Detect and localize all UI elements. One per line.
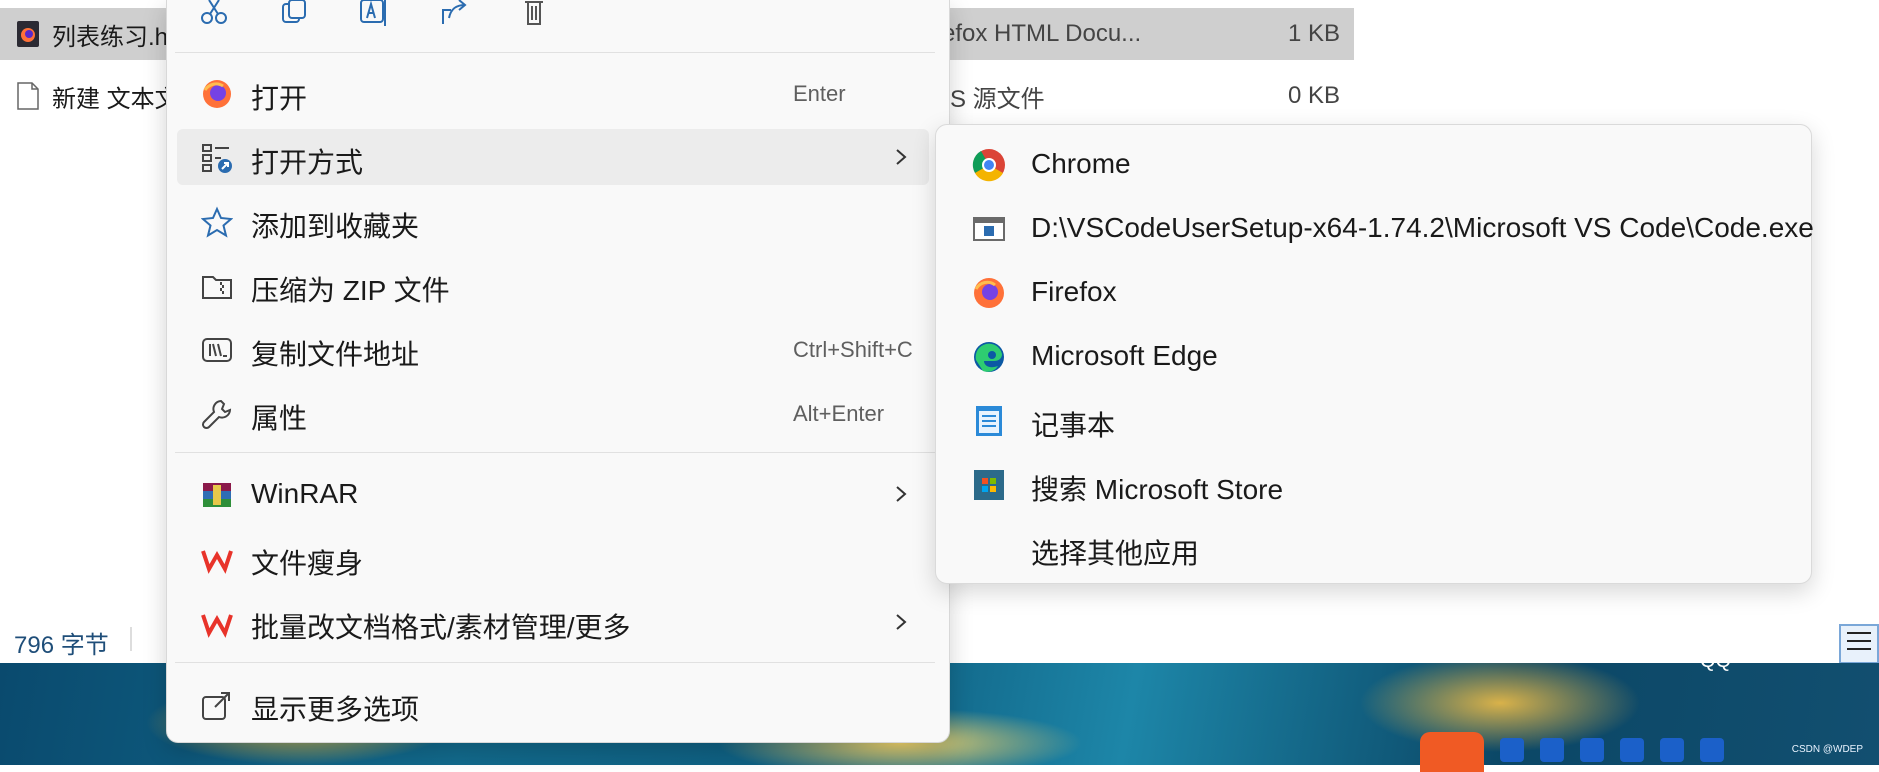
chevron-right-icon [896,614,907,630]
menu-item-label: 压缩为 ZIP 文件 [251,275,450,306]
menu-item-label: 打开 [251,83,308,114]
menu-item-label: 属性 [251,403,308,434]
file-type: refox HTML Docu... [934,20,1142,47]
tray-icon[interactable] [1620,738,1644,762]
divider [175,662,935,663]
menu-item-label: 复制文件地址 [251,339,420,370]
submenu-item-store[interactable]: 搜索 Microsoft Store [944,456,1800,512]
menu-item-open[interactable]: 打开 Enter [177,65,929,121]
exe-icon [973,217,1005,241]
menu-item-add-favorites[interactable]: 添加到收藏夹 [177,193,929,249]
edge-icon [974,342,1004,372]
menu-item-label: 添加到收藏夹 [251,211,420,242]
file-type: SS 源文件 [934,85,1045,113]
wrench-icon [201,399,232,430]
context-menu: 打开 Enter 打开方式 添加到收藏夹 压缩为 ZIP 文件 复制文件地址 C… [166,0,950,743]
copy-icon[interactable] [279,0,309,26]
submenu-item-vscode[interactable]: D:\VSCodeUserSetup-x64-1.74.2\Microsoft … [944,200,1814,256]
more-options-icon [202,692,230,720]
menu-item-winrar[interactable]: WinRAR [177,466,929,522]
winrar-icon [203,483,231,507]
rename-icon[interactable] [359,0,389,26]
zip-folder-icon [202,276,232,299]
store-icon [974,470,1004,500]
menu-item-label: 打开方式 [251,147,364,178]
submenu-item-label: 记事本 [1031,410,1116,441]
tray-icon[interactable] [1540,738,1564,762]
submenu-item-label: 选择其他应用 [1031,538,1200,569]
status-separator [130,627,132,651]
submenu-item-label: D:\VSCodeUserSetup-x64-1.74.2\Microsoft … [1031,212,1814,243]
firefox-icon [203,80,231,108]
open-with-icon [202,144,232,173]
tray-icon[interactable] [1500,738,1524,762]
submenu-item-choose-other-app[interactable]: 选择其他应用 [944,520,1800,576]
qq-label: QQ [1700,650,1732,672]
star-icon [201,206,233,238]
delete-icon[interactable] [519,0,549,26]
status-byte-count: 796 字节 [14,632,109,659]
file-name: 列表练习.h [52,23,169,51]
submenu-item-label: Chrome [1031,148,1131,179]
tray-icon[interactable] [1700,738,1724,762]
quick-actions-bar [167,0,949,52]
open-with-submenu: Chrome D:\VSCodeUserSetup-x64-1.74.2\Mic… [935,124,1814,584]
submenu-item-edge[interactable]: Microsoft Edge [944,328,1800,384]
share-icon[interactable] [439,0,469,26]
menu-item-file-slim[interactable]: 文件瘦身 [177,530,929,586]
chevron-right-icon [896,486,907,502]
menu-item-show-more-options[interactable]: 显示更多选项 [177,676,929,732]
divider [175,452,935,453]
system-tray [1420,738,1800,765]
menu-item-copy-path[interactable]: 复制文件地址 Ctrl+Shift+C [177,321,929,377]
wps-icon [201,550,233,574]
menu-item-shortcut: Enter [793,81,846,106]
firefox-icon [974,278,1004,308]
menu-item-shortcut: Ctrl+Shift+C [793,337,913,362]
menu-item-batch-convert[interactable]: 批量改文档格式/素材管理/更多 [177,594,929,650]
menu-item-compress-zip[interactable]: 压缩为 ZIP 文件 [177,257,929,313]
menu-item-shortcut: Alt+Enter [793,401,885,426]
menu-item-label: 显示更多选项 [251,694,420,725]
menu-item-properties[interactable]: 属性 Alt+Enter [177,385,929,441]
file-name: 新建 文本文 [52,85,179,113]
submenu-item-chrome[interactable]: Chrome [944,136,1800,192]
submenu-item-notepad[interactable]: 记事本 [944,392,1800,448]
text-file-icon [17,82,39,110]
chrome-icon [972,149,1005,182]
submenu-item-firefox[interactable]: Firefox [944,264,1800,320]
cut-icon[interactable] [199,0,229,26]
menu-item-label: 文件瘦身 [251,548,364,579]
firefox-html-file-icon [17,21,39,47]
wps-icon [201,614,233,638]
submenu-item-label: 搜索 Microsoft Store [1031,474,1284,505]
submenu-item-label: Firefox [1031,276,1117,307]
details-view-button[interactable] [1839,624,1879,664]
menu-item-label: WinRAR [251,478,359,509]
tray-icon[interactable] [1660,738,1684,762]
divider [175,52,935,53]
menu-item-open-with[interactable]: 打开方式 [177,129,929,185]
watermark: CSDN @WDEP [1791,744,1863,755]
notepad-icon [976,406,1002,436]
tray-icon[interactable] [1580,738,1604,762]
menu-item-label: 批量改文档格式/素材管理/更多 [251,612,631,643]
file-size: 1 KB [1287,20,1340,47]
copy-path-icon [202,338,232,362]
file-size: 0 KB [1287,82,1340,109]
chevron-right-icon [896,149,907,165]
submenu-item-label: Microsoft Edge [1031,340,1218,371]
